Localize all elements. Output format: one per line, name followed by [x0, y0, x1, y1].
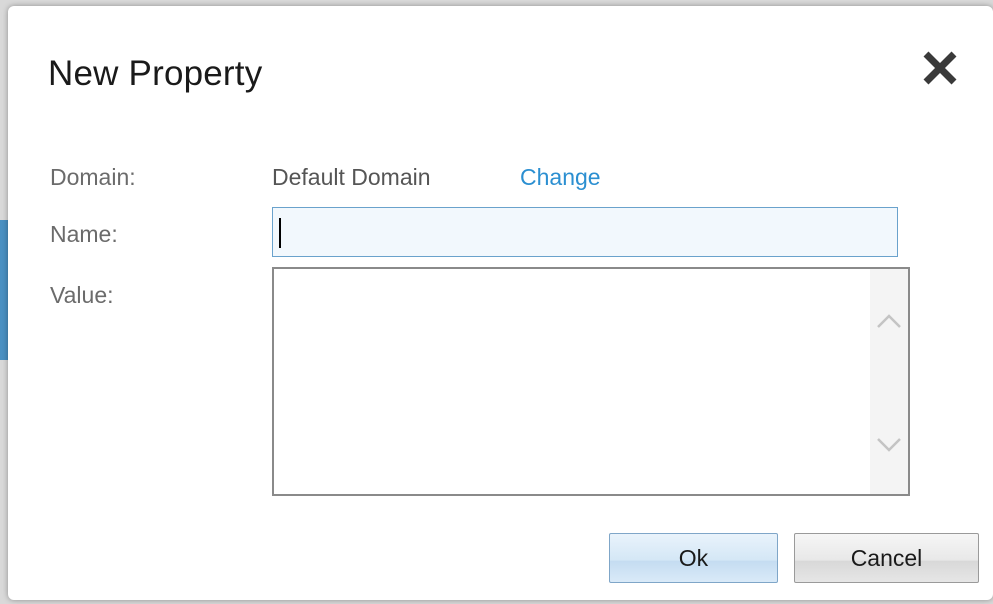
- new-property-dialog: New Property Domain: Default Domain Chan…: [8, 6, 993, 600]
- dialog-title: New Property: [48, 54, 263, 93]
- value-textarea[interactable]: [272, 267, 910, 496]
- name-input[interactable]: [272, 207, 898, 257]
- domain-value: Default Domain: [272, 164, 431, 190]
- chevron-up-icon[interactable]: [876, 311, 902, 331]
- ok-button[interactable]: Ok: [609, 533, 778, 583]
- backdrop-edge: [0, 220, 8, 360]
- close-icon[interactable]: [920, 48, 960, 88]
- change-domain-link[interactable]: Change: [520, 164, 601, 191]
- chevron-down-icon[interactable]: [876, 435, 902, 455]
- name-label: Name:: [50, 221, 118, 247]
- domain-label: Domain:: [50, 164, 136, 190]
- cancel-button[interactable]: Cancel: [794, 533, 979, 583]
- value-scrollbar[interactable]: [870, 269, 908, 494]
- text-cursor: [279, 218, 281, 248]
- value-label: Value:: [50, 282, 114, 308]
